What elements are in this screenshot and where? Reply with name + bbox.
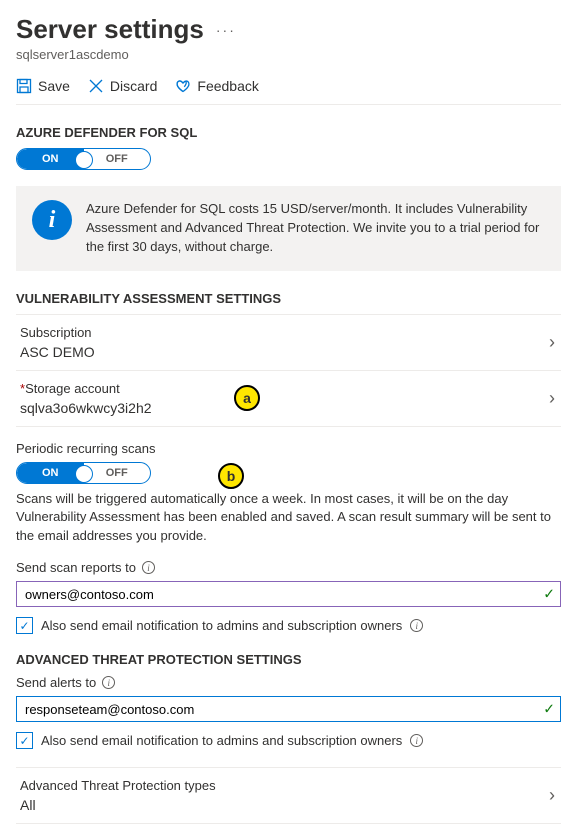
va-notify-checkbox[interactable]: ✓ <box>16 617 33 634</box>
storage-row[interactable]: *Storage account sqlva3o6wkwcy3i2h2 › <box>16 370 561 427</box>
chevron-right-icon: › <box>549 332 555 353</box>
discard-button[interactable]: Discard <box>88 78 157 94</box>
checkmark-icon: ✓ <box>543 701 555 718</box>
periodic-description: Scans will be triggered automatically on… <box>16 490 561 547</box>
heart-icon <box>175 78 191 94</box>
reports-input[interactable] <box>16 581 561 607</box>
more-menu-icon[interactable]: ··· <box>216 22 236 38</box>
section-atp-heading: ADVANCED THREAT PROTECTION SETTINGS <box>16 652 561 667</box>
subscription-label: Subscription <box>20 325 549 340</box>
feedback-button[interactable]: Feedback <box>175 78 258 94</box>
help-icon[interactable]: i <box>410 734 423 747</box>
close-icon <box>88 78 104 94</box>
info-banner: i Azure Defender for SQL costs 15 USD/se… <box>16 186 561 271</box>
atp-notify-checkbox[interactable]: ✓ <box>16 732 33 749</box>
command-bar: Save Discard Feedback <box>16 78 561 105</box>
toggle-on-label: ON <box>17 463 84 483</box>
storage-label: *Storage account <box>20 381 549 396</box>
save-icon <box>16 78 32 94</box>
va-notify-label: Also send email notification to admins a… <box>41 618 402 633</box>
discard-label: Discard <box>110 78 157 94</box>
feedback-label: Feedback <box>197 78 258 94</box>
help-icon[interactable]: i <box>410 619 423 632</box>
toggle-on-label: ON <box>17 149 84 169</box>
storage-value: sqlva3o6wkwcy3i2h2 <box>20 400 549 416</box>
help-icon[interactable]: i <box>142 561 155 574</box>
atp-types-label: Advanced Threat Protection types <box>20 778 549 793</box>
callout-a: a <box>234 385 260 411</box>
callout-b: b <box>218 463 244 489</box>
periodic-toggle[interactable]: ON OFF <box>16 462 151 484</box>
alerts-input[interactable] <box>16 696 561 722</box>
section-defender-heading: AZURE DEFENDER FOR SQL <box>16 125 561 140</box>
periodic-label: Periodic recurring scans <box>16 441 561 456</box>
info-text: Azure Defender for SQL costs 15 USD/serv… <box>86 200 545 257</box>
chevron-right-icon: › <box>549 388 555 409</box>
page-title: Server settings <box>16 14 204 45</box>
chevron-right-icon: › <box>549 785 555 806</box>
checkmark-icon: ✓ <box>543 586 555 603</box>
save-button[interactable]: Save <box>16 78 70 94</box>
atp-types-row[interactable]: Advanced Threat Protection types All › <box>16 767 561 824</box>
section-va-heading: VULNERABILITY ASSESSMENT SETTINGS <box>16 291 561 306</box>
toggle-off-label: OFF <box>84 149 151 169</box>
save-label: Save <box>38 78 70 94</box>
reports-label: Send scan reports to <box>16 560 136 575</box>
atp-types-value: All <box>20 797 549 813</box>
alerts-label: Send alerts to <box>16 675 96 690</box>
info-icon: i <box>32 200 72 240</box>
page-subtitle: sqlserver1ascdemo <box>16 47 561 62</box>
toggle-off-label: OFF <box>84 463 151 483</box>
defender-toggle[interactable]: ON OFF <box>16 148 151 170</box>
atp-notify-label: Also send email notification to admins a… <box>41 733 402 748</box>
subscription-value: ASC DEMO <box>20 344 549 360</box>
help-icon[interactable]: i <box>102 676 115 689</box>
subscription-row[interactable]: Subscription ASC DEMO › <box>16 314 561 370</box>
